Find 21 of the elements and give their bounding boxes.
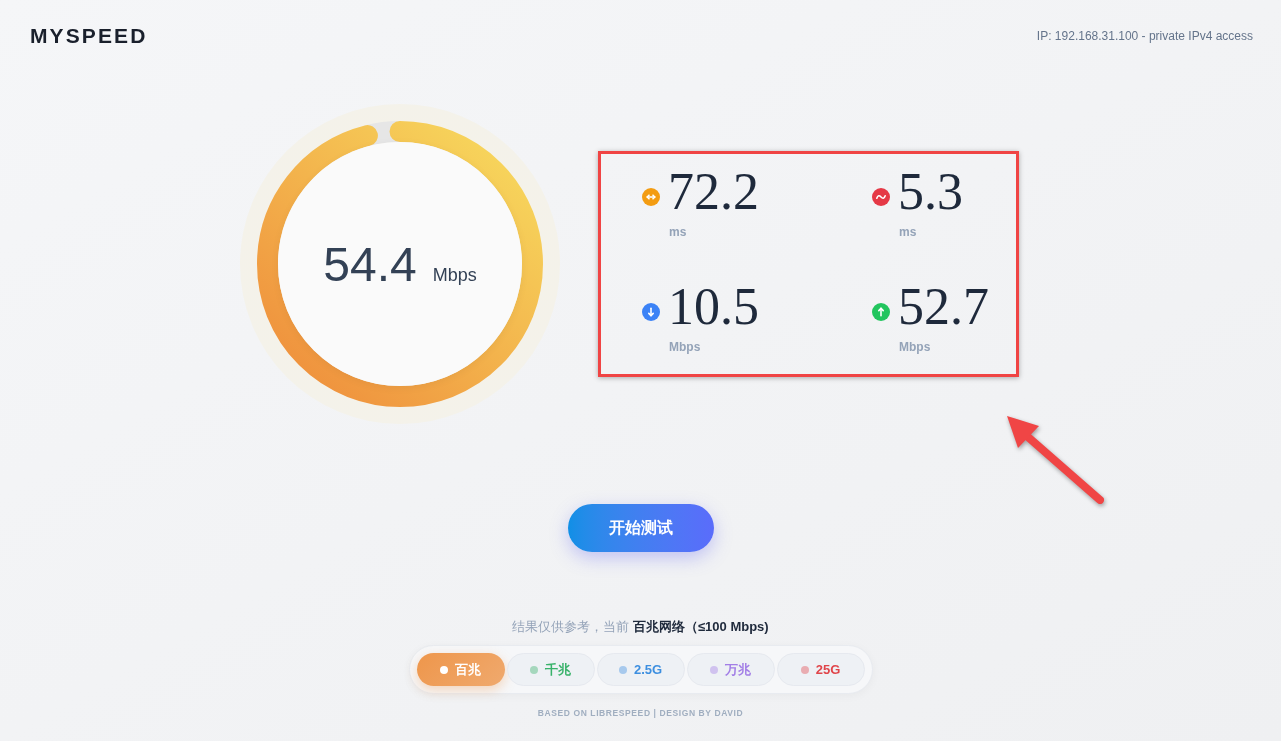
speed-value: 54.4 (323, 241, 417, 289)
tier-tab[interactable]: 万兆 (686, 653, 775, 686)
result-note: 结果仅供参考，当前 百兆网络（≤100 Mbps) (512, 618, 769, 636)
footer-credit: BASED ON LIBRESPEED | DESIGN BY DAVID (537, 707, 744, 720)
ip-info: IP: 192.168.31.100 - private IPv4 access (1036, 28, 1253, 45)
metric-value: 52.7 (898, 281, 989, 333)
start-test-button[interactable]: 开始测试 (567, 504, 714, 552)
tier-tab[interactable]: 千兆 (506, 653, 595, 686)
metric-value: 72.2 (668, 166, 759, 218)
logo: MYSPEED (30, 23, 148, 50)
tier-tab[interactable]: 25G (776, 653, 865, 686)
metric-value: 5.3 (898, 166, 963, 218)
metric-unit: Mbps (899, 339, 931, 355)
metric-unit: Mbps (669, 339, 701, 355)
metric-unit: ms (899, 224, 917, 240)
metric-unit: ms (669, 224, 687, 240)
tier-tab[interactable]: 百兆 (416, 653, 505, 686)
metric-value: 10.5 (668, 281, 759, 333)
tier-tab[interactable]: 2.5G (596, 653, 685, 686)
pointer-arrow-icon (1006, 415, 1106, 505)
speed-unit: Mbps (432, 266, 477, 284)
